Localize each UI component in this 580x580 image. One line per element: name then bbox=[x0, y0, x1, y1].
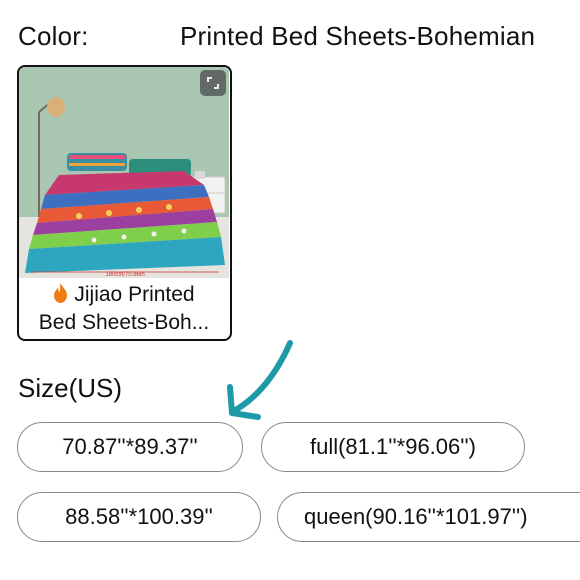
size-label: Size(US) bbox=[18, 373, 123, 403]
swatch-caption: Jijiao Printed Bed Sheets-Boh... bbox=[19, 281, 229, 337]
size-option-88-58x100-39[interactable]: 88.58''*100.39'' bbox=[17, 492, 261, 542]
color-swatch-selected[interactable]: 180cm/70.86in Jijiao Printed Bed Sheets-… bbox=[17, 65, 232, 341]
flame-icon bbox=[54, 283, 68, 303]
size-option-full[interactable]: full(81.1''*96.06'') bbox=[261, 422, 525, 472]
product-options-page: Color: Printed Bed Sheets-Bohemian 180cm… bbox=[0, 0, 580, 580]
color-value: Printed Bed Sheets-Bohemian bbox=[180, 21, 536, 51]
dimension-text: 180cm/70.86in bbox=[105, 272, 144, 278]
swatch-caption-line1: Jijiao Printed bbox=[74, 283, 195, 306]
swatch-caption-line2: Bed Sheets-Boh... bbox=[38, 311, 210, 334]
size-option-queen[interactable]: queen(90.16''*101.97'') bbox=[277, 492, 580, 542]
bed-sheet-product-photo: 180cm/70.86in bbox=[19, 67, 229, 278]
color-label: Color: bbox=[18, 21, 89, 51]
expand-icon[interactable] bbox=[200, 70, 226, 96]
teal-arrow-icon bbox=[227, 340, 293, 420]
size-option-70-87x89-37[interactable]: 70.87''*89.37'' bbox=[17, 422, 243, 472]
